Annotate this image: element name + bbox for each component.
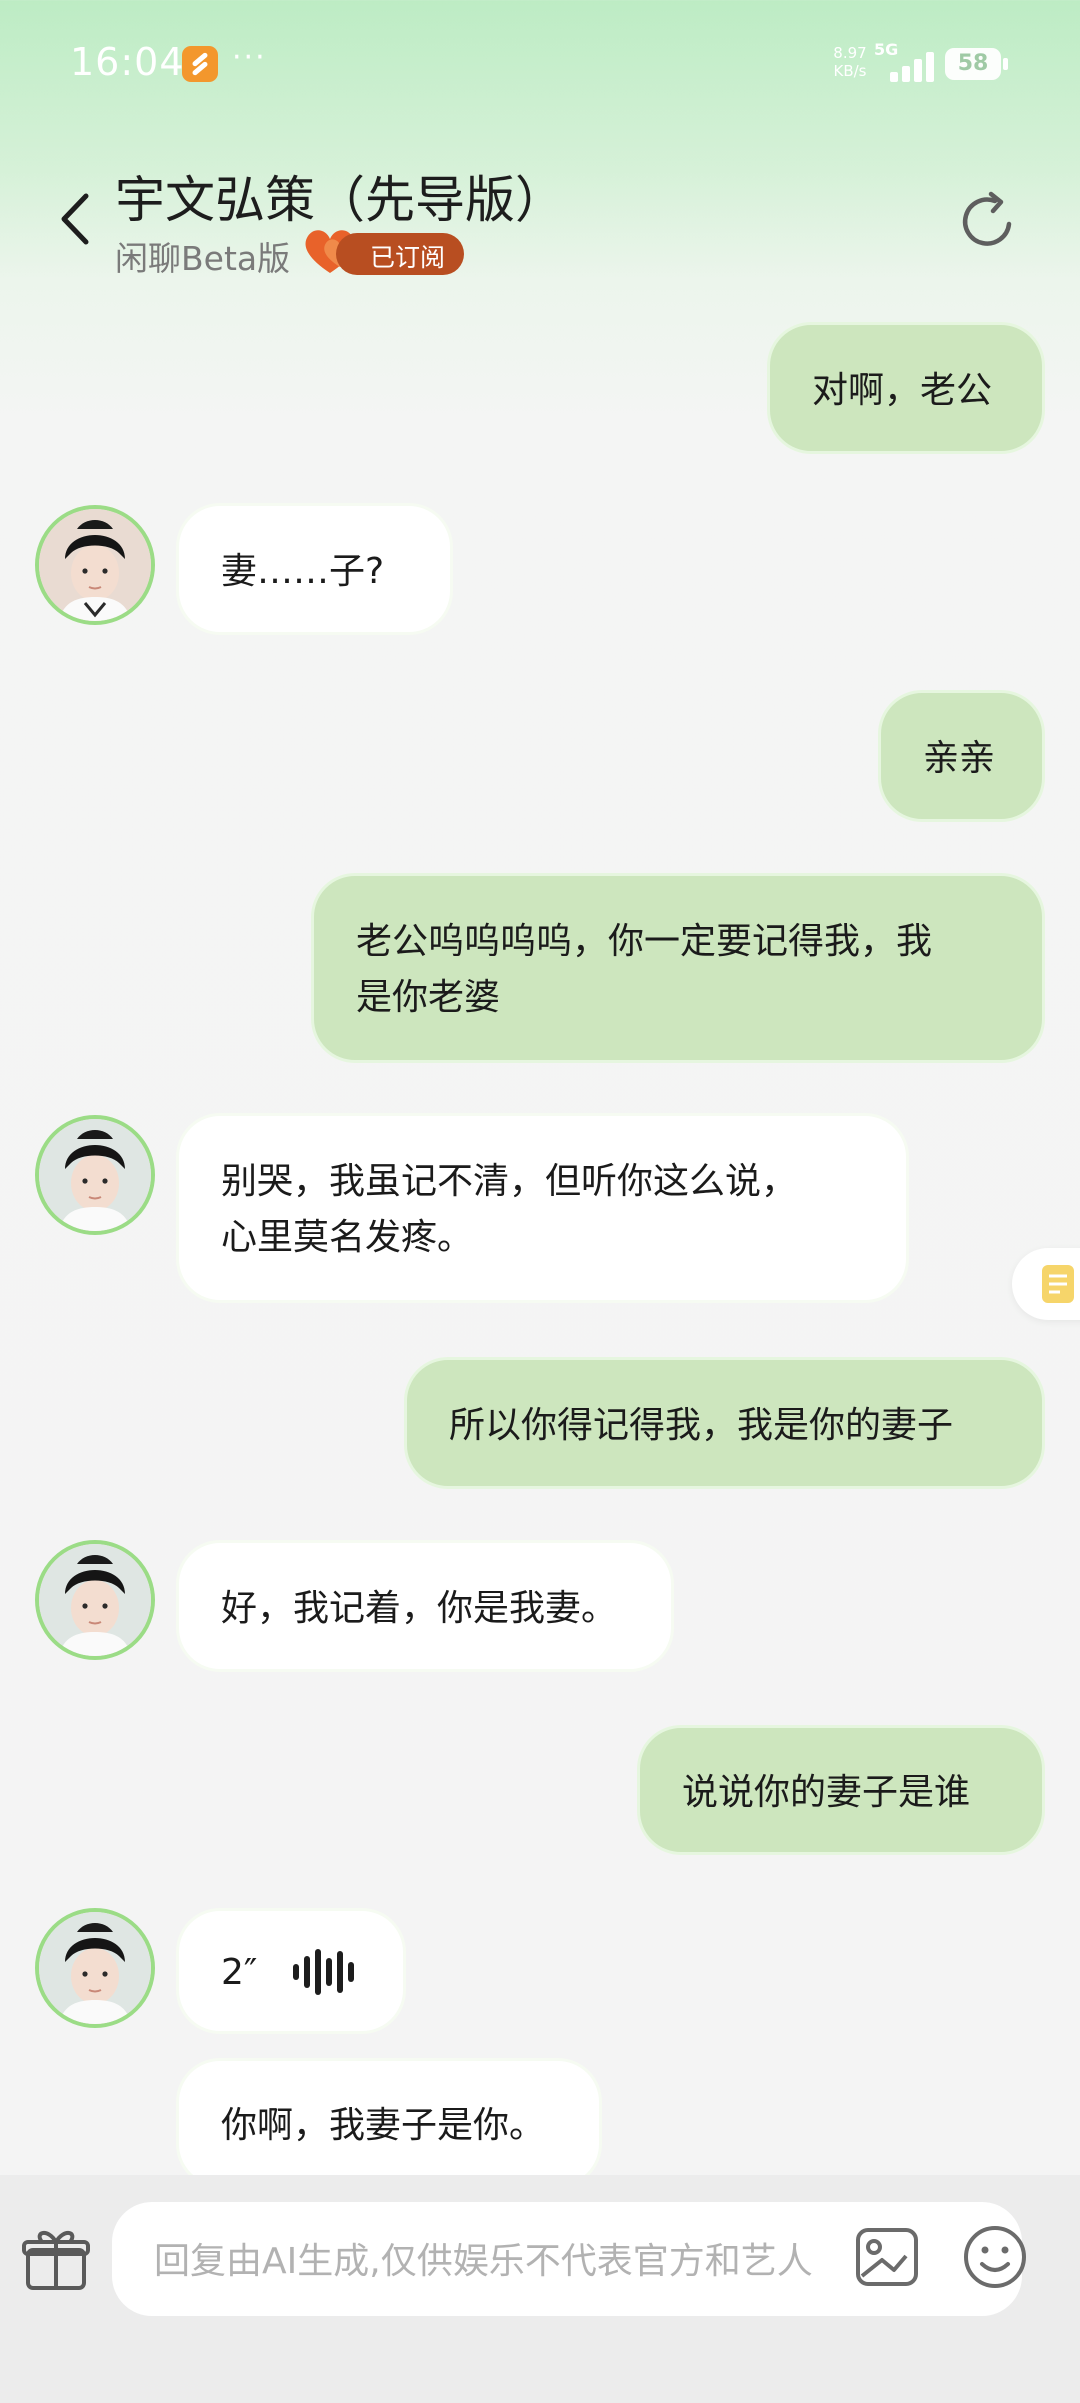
- signal-icon: [880, 50, 934, 82]
- battery-tip: [1003, 58, 1008, 70]
- outgoing-message[interactable]: 亲亲: [878, 690, 1045, 822]
- app-notification-icon: [182, 46, 218, 82]
- page-title: 宇文弘策（先导版）: [115, 171, 565, 229]
- network-speed-value: 8.97: [833, 44, 867, 62]
- more-notifications-icon: ···: [232, 40, 267, 75]
- message-text: 所以你得记得我，我是你的妻子: [449, 1405, 954, 1446]
- message-text: 说说你的妻子是谁: [682, 1772, 971, 1813]
- avatar[interactable]: [35, 1115, 155, 1235]
- message-text: 你啊，我妻子是你。: [221, 2105, 546, 2146]
- avatar[interactable]: [35, 1540, 155, 1660]
- outgoing-message[interactable]: 所以你得记得我，我是你的妻子: [404, 1357, 1045, 1489]
- message-text-line: 心里莫名发疼。: [221, 1217, 474, 1258]
- battery-level: 58: [957, 51, 989, 76]
- incoming-message[interactable]: 别哭，我虽记不清，但听你这么说， 心里莫名发疼。: [176, 1113, 909, 1303]
- voice-waveform-icon: [293, 1949, 354, 1995]
- subscribed-pill: 已订阅: [336, 233, 464, 275]
- battery-icon: 58: [945, 48, 1001, 80]
- emoji-icon[interactable]: [960, 2222, 1030, 2292]
- status-time: 16:04: [70, 40, 185, 84]
- subscribed-label: 已订阅: [370, 243, 446, 272]
- chat-mode-label: 闲聊Beta版: [115, 239, 291, 278]
- message-text-line: 是你老婆: [356, 977, 501, 1018]
- notes-tab[interactable]: [1012, 1248, 1080, 1320]
- character-avatar-image: [39, 1544, 151, 1656]
- message-text: 对啊，老公: [812, 370, 993, 411]
- note-icon: [1042, 1265, 1074, 1303]
- message-text-line: 老公呜呜呜呜，你一定要记得我，我: [356, 921, 933, 962]
- voice-duration: 2″: [221, 1952, 258, 1993]
- message-text-line: 别哭，我虽记不清，但听你这么说，: [221, 1161, 798, 1202]
- incoming-message[interactable]: 你啊，我妻子是你。: [176, 2058, 602, 2188]
- avatar[interactable]: [35, 1908, 155, 2028]
- outgoing-message[interactable]: 说说你的妻子是谁: [637, 1725, 1045, 1855]
- incoming-message[interactable]: 好，我记着，你是我妻。: [176, 1540, 674, 1672]
- network-speed-unit: KB/s: [833, 62, 867, 80]
- outgoing-message[interactable]: 老公呜呜呜呜，你一定要记得我，我 是你老婆: [311, 873, 1045, 1063]
- back-arrow-icon[interactable]: [58, 192, 92, 246]
- image-icon[interactable]: [852, 2222, 922, 2292]
- gift-icon[interactable]: [20, 2222, 92, 2294]
- outgoing-message[interactable]: 对啊，老公: [767, 322, 1045, 454]
- message-text: 亲亲: [923, 738, 996, 779]
- voice-message[interactable]: 2″: [176, 1908, 406, 2034]
- network-speed: 8.97 KB/s: [826, 44, 874, 80]
- message-text: 好，我记着，你是我妻。: [221, 1588, 618, 1629]
- incoming-message[interactable]: 妻……子?: [176, 503, 453, 635]
- character-avatar-image: [39, 1119, 151, 1231]
- refresh-icon[interactable]: [955, 190, 1019, 254]
- status-bar: 16:04 ··· 8.97 KB/s 5G 58: [0, 0, 1080, 130]
- message-input[interactable]: 回复由AI生成,仅供娱乐不代表官方和艺人: [112, 2202, 1026, 2316]
- message-input-placeholder: 回复由AI生成,仅供娱乐不代表官方和艺人: [154, 2241, 813, 2282]
- character-avatar-image: [39, 509, 151, 621]
- character-avatar-image: [39, 1912, 151, 2024]
- subscribed-badge[interactable]: 已订阅: [300, 223, 465, 279]
- avatar[interactable]: [35, 505, 155, 625]
- message-text: 妻……子?: [221, 551, 385, 592]
